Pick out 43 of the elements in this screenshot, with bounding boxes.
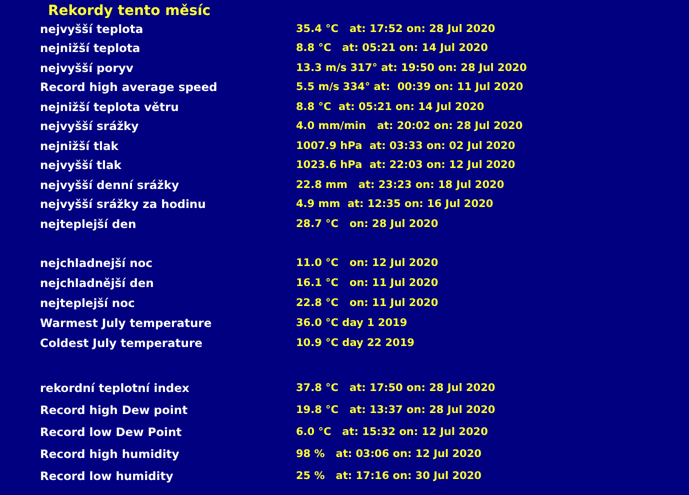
record-label: nejvyšší tlak: [40, 158, 122, 172]
record-label: Warmest July temperature: [40, 316, 213, 330]
record-value: 28.7 °C on: 28 Jul 2020: [296, 218, 438, 230]
record-value: 19.8 °C at: 13:37 on: 28 Jul 2020: [296, 404, 496, 416]
record-label: nejchladnejší noc: [40, 256, 154, 270]
record-label: nejvyšší denní srážky: [40, 178, 180, 192]
record-label: Record high humidity: [40, 446, 180, 461]
record-value: 8.8 °C at: 05:21 on: 14 Jul 2020: [296, 100, 484, 113]
record-label: nejnižší tlak: [40, 138, 120, 153]
record-value: 4.0 mm/min at: 20:02 on: 28 Jul 2020: [296, 120, 523, 132]
record-value: 13.3 m/s 317° at: 19:50 on: 28 Jul 2020: [296, 62, 527, 74]
record-label: rekordní teplotní index: [40, 381, 190, 396]
record-label: nejvyšší srážky: [40, 119, 140, 134]
record-label: nejvyšší srážky za hodinu: [40, 197, 207, 212]
record-value: 11.0 °C on: 12 Jul 2020: [296, 256, 438, 269]
record-value: 25 % at: 17:16 on: 30 Jul 2020: [296, 470, 482, 482]
record-value: 1007.9 hPa at: 03:33 on: 02 Jul 2020: [296, 140, 516, 152]
record-value: 4.9 mm at: 12:35 on: 16 Jul 2020: [296, 198, 494, 210]
record-label: Coldest July temperature: [40, 336, 204, 350]
record-value: 37.8 °C at: 17:50 on: 28 Jul 2020: [296, 382, 496, 394]
record-label: nejnižší teplota větru: [40, 100, 180, 114]
page-title: Rekordy tento měsíc: [48, 3, 212, 19]
record-label: nejnižší teplota: [40, 41, 142, 56]
record-label: nejvyšší poryv: [40, 60, 134, 75]
record-value: 6.0 °C at: 15:32 on: 12 Jul 2020: [296, 426, 488, 438]
record-value: 10.9 °C day 22 2019: [296, 337, 414, 350]
record-value: 5.5 m/s 334° at: 00:39 on: 11 Jul 2020: [296, 81, 524, 94]
record-value: 36.0 °C day 1 2019: [296, 317, 408, 330]
record-label: Record high Dew point: [40, 403, 189, 418]
record-label: Record low Dew Point: [40, 424, 183, 439]
record-value: 16.1 °C on: 11 Jul 2020: [296, 276, 438, 289]
record-label: Record low humidity: [40, 468, 174, 483]
record-value: 1023.6 hPa at: 22:03 on: 12 Jul 2020: [296, 159, 516, 172]
record-value: 98 % at: 03:06 on: 12 Jul 2020: [296, 448, 482, 460]
record-value: 22.8 °C on: 11 Jul 2020: [296, 296, 438, 309]
record-value: 8.8 °C at: 05:21 on: 14 Jul 2020: [296, 42, 488, 54]
record-label: nejteplejší den: [40, 216, 138, 231]
record-value: 35.4 °C at: 17:52 on: 28 Jul 2020: [296, 22, 496, 35]
record-label: nejchladnější den: [40, 276, 155, 290]
record-label: nejteplejší noc: [40, 296, 136, 310]
record-label: nejvyšší teplota: [40, 22, 144, 36]
record-label: Record high average speed: [40, 80, 218, 94]
record-value: 22.8 mm at: 23:23 on: 18 Jul 2020: [296, 178, 504, 191]
